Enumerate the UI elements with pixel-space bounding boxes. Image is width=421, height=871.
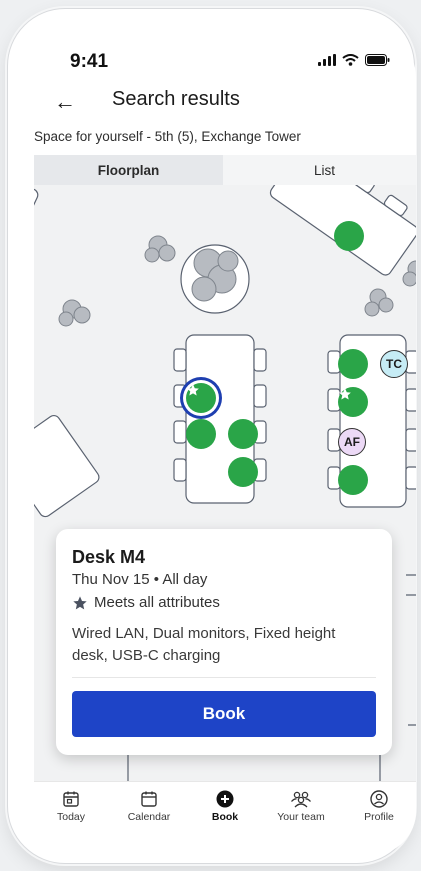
avatar-tc[interactable]: TC: [380, 350, 408, 378]
nav-book[interactable]: Book: [190, 790, 260, 823]
battery-icon: [365, 54, 390, 66]
view-tabs: Floorplan List: [34, 155, 416, 185]
bottom-navigation: Today Calendar Book Your team Profile: [34, 781, 416, 855]
nav-label: Your team: [277, 811, 325, 823]
divider: [72, 677, 376, 678]
attributes-label: Meets all attributes: [94, 594, 220, 611]
seat-available[interactable]: [338, 349, 368, 379]
star-icon: [73, 595, 87, 609]
seat-available[interactable]: [338, 465, 368, 495]
header: ← Search results: [34, 85, 416, 125]
nav-label: Book: [211, 811, 239, 823]
tab-list[interactable]: List: [223, 155, 416, 185]
seat-available[interactable]: [186, 419, 216, 449]
back-arrow-icon[interactable]: ←: [54, 89, 76, 115]
status-icons: [318, 54, 390, 66]
seat-available[interactable]: [228, 457, 258, 487]
seat-selected-desk-m4[interactable]: [186, 383, 216, 413]
team-icon: [291, 791, 311, 808]
nav-label: Calendar: [127, 811, 171, 823]
nav-label: Today: [56, 811, 86, 823]
desk-name: Desk M4: [72, 547, 146, 567]
app-screen: 9:41 ← Search results Space for yourself…: [34, 33, 416, 855]
star-icon: [338, 387, 368, 417]
seat-available[interactable]: [228, 419, 258, 449]
page-title: Search results: [112, 88, 240, 110]
status-time: 9:41: [70, 51, 109, 72]
calendar-day-icon: [63, 791, 79, 807]
desk-features: Wired LAN, Dual monitors, Fixed height d…: [72, 625, 336, 664]
desk-details-card: Desk M4 Thu Nov 15 • All day Meets all a…: [56, 529, 392, 755]
tab-floorplan[interactable]: Floorplan: [34, 155, 223, 185]
avatar-af[interactable]: AF: [338, 428, 366, 456]
booking-day: Thu Nov 15: [72, 571, 150, 588]
seat-recommended[interactable]: [338, 387, 368, 417]
signal-icon: [318, 54, 336, 66]
nav-label: Profile: [364, 811, 394, 823]
search-summary: Space for yourself - 5th (5), Exchange T…: [34, 129, 301, 144]
status-bar: 9:41: [34, 33, 416, 81]
wifi-icon: [342, 54, 359, 66]
plus-circle-icon: [216, 790, 234, 808]
nav-today[interactable]: Today: [36, 790, 106, 823]
star-icon: [186, 383, 216, 413]
booking-duration: All day: [162, 571, 208, 588]
attributes-match: Meets all attributes: [72, 594, 220, 611]
seat-available[interactable]: [334, 221, 364, 251]
nav-your-team[interactable]: Your team: [266, 790, 336, 823]
phone-frame: 9:41 ← Search results Space for yourself…: [7, 8, 416, 864]
calendar-icon: [141, 791, 157, 807]
booking-date: Thu Nov 15 • All day: [72, 571, 207, 588]
profile-icon: [370, 790, 388, 808]
nav-profile[interactable]: Profile: [344, 790, 414, 823]
nav-calendar[interactable]: Calendar: [114, 790, 184, 823]
book-button[interactable]: Book: [72, 691, 376, 737]
